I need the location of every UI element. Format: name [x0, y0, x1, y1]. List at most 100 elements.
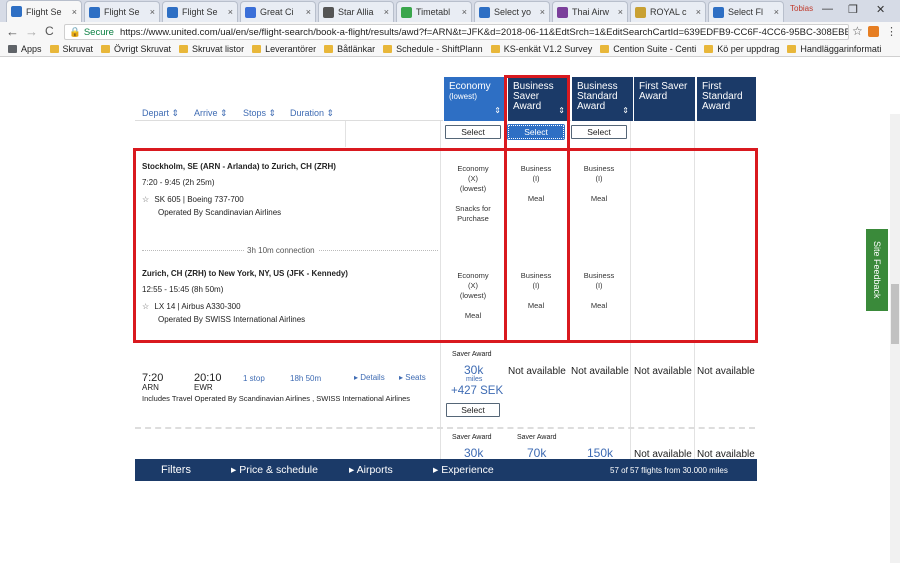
filter-bar: Filters ▸ Price & schedule ▸ Airports ▸ …: [135, 459, 757, 481]
tab-close-icon[interactable]: ×: [150, 7, 155, 17]
bookmark-item[interactable]: Apps: [8, 44, 42, 54]
star-icon[interactable]: ☆: [142, 302, 149, 311]
experience-filter[interactable]: ▸ Experience: [433, 464, 494, 476]
extension-icon[interactable]: [868, 26, 879, 37]
bookmark-item[interactable]: Båtlänkar: [324, 44, 375, 54]
sort-arrive[interactable]: Arrive ⇕: [194, 108, 228, 119]
row2-operated-by: Includes Travel Operated By Scandinavian…: [142, 394, 411, 403]
fare-cell-line: Meal: [464, 311, 482, 320]
page-scrollbar[interactable]: [890, 114, 900, 563]
maximize-button[interactable]: ❐: [848, 3, 858, 16]
menu-icon[interactable]: ⋮: [886, 25, 897, 38]
row2-details-link[interactable]: ▸ Details: [354, 373, 385, 382]
segment2-aircraft: Airbus A330-300: [181, 302, 241, 311]
fare-header-3[interactable]: First Saver Award: [633, 77, 695, 121]
tab-close-icon[interactable]: ×: [540, 7, 545, 17]
scrollbar-thumb[interactable]: [891, 284, 899, 344]
browser-tab[interactable]: Flight Se ×: [162, 1, 238, 22]
fare-cell-line: Meal: [590, 301, 608, 310]
select-business-standard-button[interactable]: Select: [571, 125, 627, 139]
tab-close-icon[interactable]: ×: [462, 7, 467, 17]
browser-tab[interactable]: Star Allia ×: [318, 1, 394, 22]
bookmark-label: Cention Suite - Centi: [613, 44, 697, 54]
profile-name[interactable]: Tobias: [790, 4, 813, 13]
tab-title: Great Ci: [260, 7, 294, 17]
bookmark-star-icon[interactable]: ☆: [852, 24, 863, 38]
price-schedule-filter[interactable]: ▸ Price & schedule: [231, 464, 318, 476]
fare-header-text: Award: [639, 91, 668, 102]
fare-header-2[interactable]: Business Standard Award ⇕: [571, 77, 633, 121]
sort-stops[interactable]: Stops ⇕: [243, 108, 276, 119]
row2-depart-code: ARN: [142, 383, 159, 392]
tab-close-icon[interactable]: ×: [72, 7, 77, 17]
fare-cell-line: (I): [595, 174, 603, 183]
row3-miles-1: 30k: [464, 446, 484, 460]
fare-header-4[interactable]: First Standard Award: [696, 77, 756, 121]
segment2-operator: Operated By SWISS International Airlines: [158, 315, 306, 324]
browser-tab[interactable]: Flight Se ×: [6, 0, 82, 22]
minimize-button[interactable]: —: [822, 3, 833, 15]
browser-tab[interactable]: Select Fl ×: [708, 1, 784, 22]
site-feedback-button[interactable]: Site Feedback: [866, 229, 888, 311]
back-button[interactable]: ←: [6, 24, 19, 39]
row2-seats-link[interactable]: ▸ Seats: [399, 373, 426, 382]
tab-close-icon[interactable]: ×: [774, 7, 779, 17]
browser-tab[interactable]: Select yo ×: [474, 1, 550, 22]
row2-select-button[interactable]: Select: [446, 403, 500, 417]
fare-cell-line: [507, 291, 565, 301]
close-window-button[interactable]: ✕: [876, 3, 885, 16]
bookmark-item[interactable]: Kö per uppdrag: [704, 44, 779, 54]
row2-tax: +427 SEK: [451, 385, 504, 397]
tab-close-icon[interactable]: ×: [618, 7, 623, 17]
segment2: Zurich, CH (ZRH) to New York, NY, US (JF…: [142, 269, 348, 324]
bookmark-item[interactable]: Leverantörer: [252, 44, 316, 54]
fare-header-0[interactable]: Economy (lowest) ⇕: [443, 77, 505, 121]
seg1-economy-cell: Economy (X) (lowest) Snacks for Purchase: [444, 164, 502, 224]
folder-icon: [787, 45, 797, 53]
folder-icon: [324, 45, 334, 53]
tab-favicon-icon: [11, 6, 22, 17]
forward-button[interactable]: →: [25, 24, 38, 39]
flight-results-page: Depart ⇕ Arrive ⇕ Stops ⇕ Duration ⇕ Eco…: [0, 57, 900, 563]
fare-header-text: Award: [577, 101, 606, 112]
browser-tab[interactable]: Flight Se ×: [84, 1, 160, 22]
tab-close-icon[interactable]: ×: [228, 7, 233, 17]
fare-cell-line: Business: [583, 164, 615, 173]
segment2-route: Zurich, CH (ZRH) to New York, NY, US (JF…: [142, 269, 348, 278]
tab-close-icon[interactable]: ×: [306, 7, 311, 17]
filters-button[interactable]: Filters: [161, 464, 191, 476]
url-input[interactable]: 🔒 Secure https://www.united.com/ual/en/s…: [64, 24, 849, 40]
tab-close-icon[interactable]: ×: [696, 7, 701, 17]
tab-title: Timetabl: [416, 7, 451, 17]
fare-cell-line: [570, 291, 628, 301]
bookmark-label: Kö per uppdrag: [717, 44, 780, 54]
tab-title: Thai Airw: [572, 7, 610, 17]
bookmark-item[interactable]: Övrigt Skruvat: [101, 44, 171, 54]
fare-cell-line: (I): [532, 281, 540, 290]
bookmark-item[interactable]: Skruvat: [49, 44, 93, 54]
browser-tab[interactable]: ROYAL c ×: [630, 1, 706, 22]
bookmark-item[interactable]: Skruvat listor: [179, 44, 244, 54]
tab-title: Select Fl: [728, 7, 764, 17]
bookmark-item[interactable]: KS-enkät V1.2 Survey: [490, 44, 592, 54]
row2-stops-link[interactable]: 1 stop: [243, 374, 265, 383]
browser-tab[interactable]: Timetabl ×: [396, 1, 472, 22]
row2-arrive-code: EWR: [194, 383, 213, 392]
tab-close-icon[interactable]: ×: [384, 7, 389, 17]
star-icon[interactable]: ☆: [142, 195, 149, 204]
bookmark-item[interactable]: Cention Suite - Centi: [600, 44, 696, 54]
fare-cell-line: [444, 194, 502, 204]
select-economy-button[interactable]: Select: [445, 125, 501, 139]
airports-filter[interactable]: ▸ Airports: [349, 464, 393, 476]
bookmark-item[interactable]: Handläggarinformati: [787, 44, 881, 54]
fare-cell-line: Snacks for: [455, 204, 491, 213]
tab-favicon-icon: [167, 6, 178, 18]
browser-tab[interactable]: Thai Airw ×: [552, 1, 628, 22]
row2-na-3: Not available: [634, 366, 692, 377]
browser-tab[interactable]: Great Ci ×: [240, 1, 316, 22]
sort-duration[interactable]: Duration ⇕: [290, 108, 334, 119]
reload-button[interactable]: C: [45, 24, 54, 38]
segment1: Stockholm, SE (ARN - Arlanda) to Zurich,…: [142, 162, 336, 217]
bookmark-item[interactable]: Schedule - ShiftPlann: [383, 44, 483, 54]
sort-depart[interactable]: Depart ⇕: [142, 108, 179, 119]
